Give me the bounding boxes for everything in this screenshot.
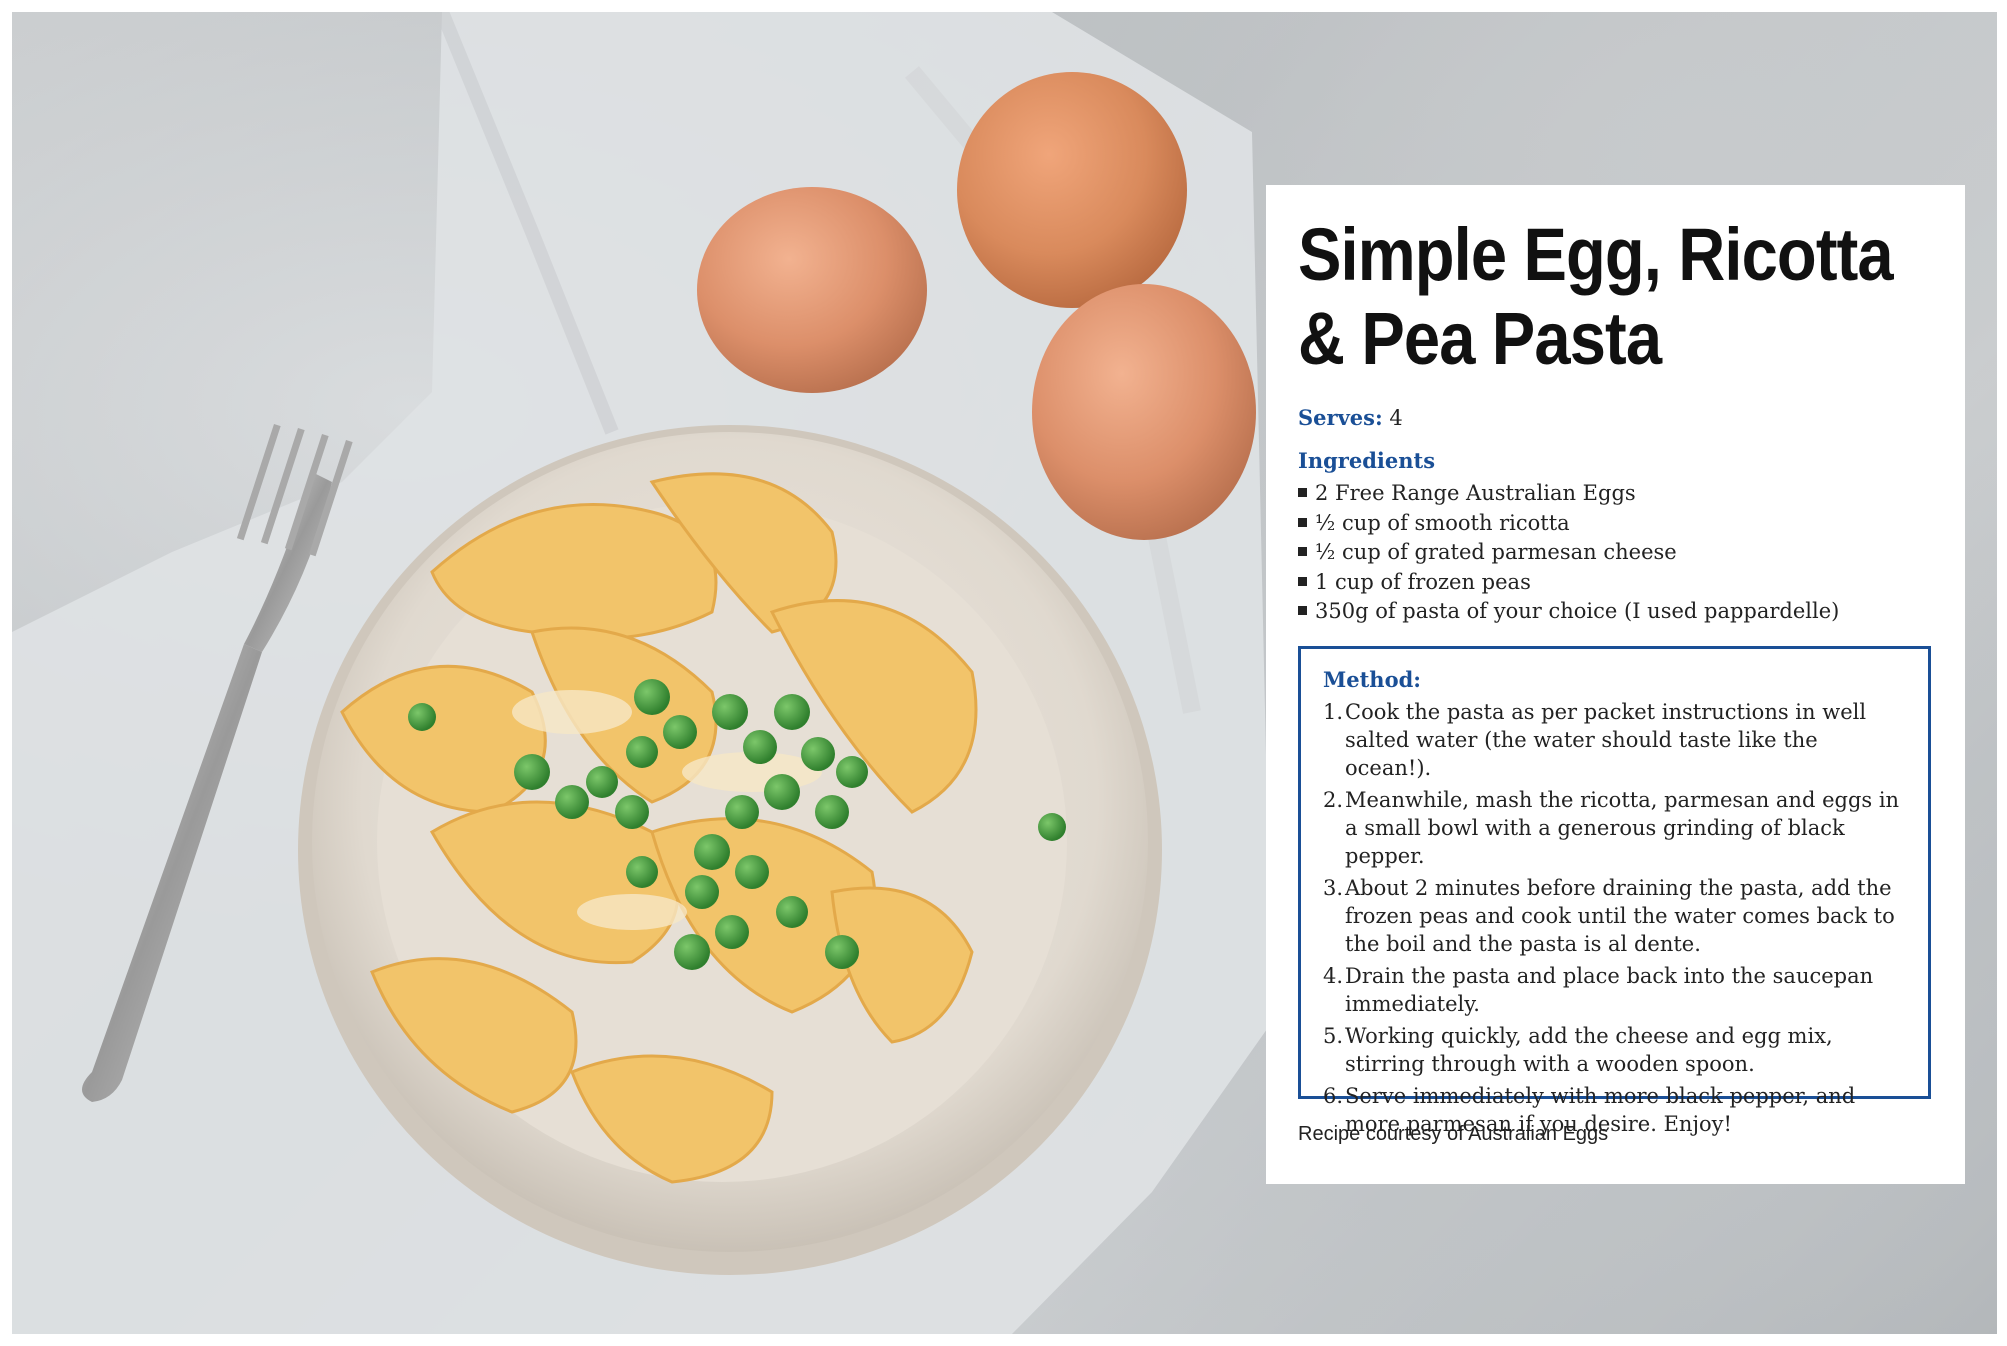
bullet-icon	[1298, 606, 1307, 615]
recipe-card: Simple Egg, Ricotta & Pea Pasta Serves: …	[1266, 185, 1965, 1184]
step-text: Cook the pasta as per packet instruction…	[1345, 700, 1867, 780]
title-line-1: Simple Egg, Ricotta	[1298, 213, 1894, 296]
ingredient-item: 350g of pasta of your choice (I used pap…	[1298, 597, 1933, 627]
bullet-icon	[1298, 488, 1307, 497]
ingredient-text: 350g of pasta of your choice (I used pap…	[1315, 599, 1840, 623]
egg	[1032, 284, 1256, 540]
step-number: 3.	[1323, 876, 1344, 900]
bullet-icon	[1298, 576, 1307, 586]
method-steps: 1. Cook the pasta as per packet instructi…	[1323, 698, 1906, 1138]
ingredient-text: 1 cup of frozen peas	[1315, 569, 1531, 594]
ingredient-item: 2 Free Range Australian Eggs	[1298, 479, 1933, 509]
step-number: 2.	[1323, 788, 1344, 812]
ingredient-item: ½ cup of grated parmesan cheese	[1298, 538, 1933, 568]
ingredients-heading: Ingredients	[1298, 448, 1436, 473]
step-number: 5.	[1323, 1024, 1344, 1048]
serves-value: 4	[1389, 406, 1403, 430]
ingredient-item: ½ cup of smooth ricotta	[1298, 509, 1933, 539]
recipe-credit: Recipe courtesy of Australian Eggs	[1298, 1123, 1609, 1145]
bullet-icon	[1298, 517, 1307, 527]
ingredient-text: ½ cup of grated parmesan cheese	[1315, 540, 1677, 564]
method-step: 5. Working quickly, add the cheese and eg…	[1323, 1022, 1906, 1078]
method-step: 3. About 2 minutes before draining the pa…	[1323, 874, 1906, 958]
step-number: 1.	[1323, 700, 1344, 724]
step-text: Working quickly, add the cheese and egg …	[1345, 1024, 1833, 1076]
egg	[957, 72, 1187, 308]
ingredient-text: 2 Free Range Australian Eggs	[1315, 481, 1636, 505]
egg	[697, 187, 927, 393]
step-number: 4.	[1323, 964, 1344, 988]
method-box: Method: 1. Cook the pasta as per packet i…	[1298, 646, 1931, 1136]
ingredients-list: 2 Free Range Australian Eggs ½ cup of sm…	[1298, 479, 1933, 627]
step-text: Drain the pasta and place back into the …	[1345, 964, 1874, 1016]
ingredient-item: 1 cup of frozen peas	[1298, 568, 1933, 598]
method-step: 4. Drain the pasta and place back into th…	[1323, 962, 1906, 1018]
bullet-icon	[1298, 547, 1307, 556]
step-text: About 2 minutes before draining the past…	[1345, 876, 1895, 956]
recipe-title: Simple Egg, Ricotta & Pea Pasta	[1298, 213, 1949, 381]
method-heading: Method:	[1323, 667, 1422, 692]
step-text: Meanwhile, mash the ricotta, parmesan an…	[1345, 788, 1900, 868]
title-line-2: & Pea Pasta	[1298, 297, 1662, 380]
method-step: 1. Cook the pasta as per packet instructi…	[1323, 698, 1906, 782]
serves-label: Serves:	[1298, 405, 1383, 430]
ingredient-text: ½ cup of smooth ricotta	[1315, 510, 1570, 535]
serves-row: Serves: 4	[1298, 405, 1933, 430]
method-step: 2. Meanwhile, mash the ricotta, parmesan …	[1323, 786, 1906, 870]
